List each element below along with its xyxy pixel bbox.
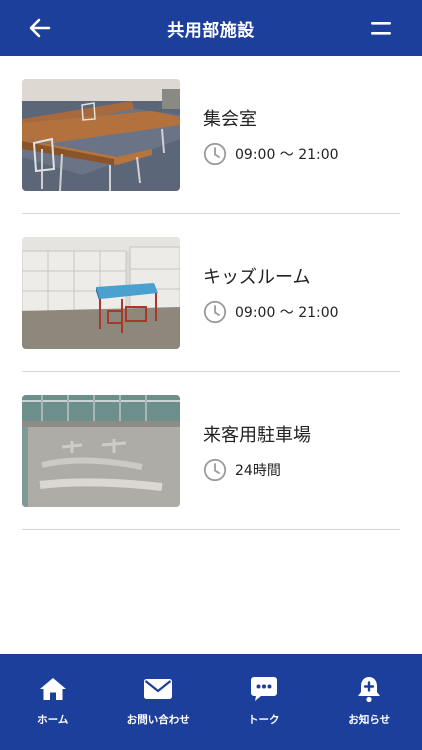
- tab-label: ホーム: [37, 714, 69, 726]
- hours-text: 09:00 〜 21:00: [235, 147, 339, 163]
- tab-notices[interactable]: お知らせ: [317, 654, 422, 750]
- facility-hours: 09:00 〜 21:00: [203, 142, 339, 166]
- facility-item-visitor-parking[interactable]: 来客用駐車場 24時間: [22, 372, 400, 530]
- facility-hours: 24時間: [203, 458, 281, 482]
- app-header: 共用部施設: [0, 0, 422, 56]
- clock-icon: [203, 300, 227, 324]
- tab-talk[interactable]: トーク: [211, 654, 317, 750]
- visitor-parking-photo: [22, 395, 180, 507]
- facility-item-kids-room[interactable]: キッズルーム 09:00 〜 21:00: [22, 214, 400, 372]
- facility-name: 来客用駐車場: [203, 425, 311, 446]
- facility-name: 集会室: [203, 109, 257, 130]
- hours-text: 09:00 〜 21:00: [235, 305, 339, 321]
- mail-icon: [144, 679, 173, 699]
- tab-label: お問い合わせ: [126, 714, 190, 726]
- tab-contact[interactable]: お問い合わせ: [106, 654, 212, 750]
- menu-button[interactable]: [368, 16, 394, 40]
- hours-text: 24時間: [235, 463, 281, 479]
- facility-item-meeting-room[interactable]: 集会室 09:00 〜 21:00: [22, 56, 400, 214]
- bell-icon: [358, 677, 381, 703]
- facility-name: キッズルーム: [203, 267, 311, 288]
- tab-label: トーク: [248, 714, 280, 726]
- bottom-tab-bar: ホーム お問い合わせ トーク お知らせ: [0, 654, 422, 750]
- home-icon: [39, 678, 66, 700]
- tab-home[interactable]: ホーム: [0, 654, 106, 750]
- clock-icon: [203, 142, 227, 166]
- meeting-room-photo: [22, 79, 180, 191]
- clock-icon: [203, 458, 227, 482]
- facility-hours: 09:00 〜 21:00: [203, 300, 339, 324]
- chat-icon: [250, 677, 277, 701]
- tab-label: お知らせ: [348, 714, 391, 726]
- page-title: 共用部施設: [167, 20, 255, 41]
- menu-icon: [371, 22, 391, 35]
- kids-room-photo: [22, 237, 180, 349]
